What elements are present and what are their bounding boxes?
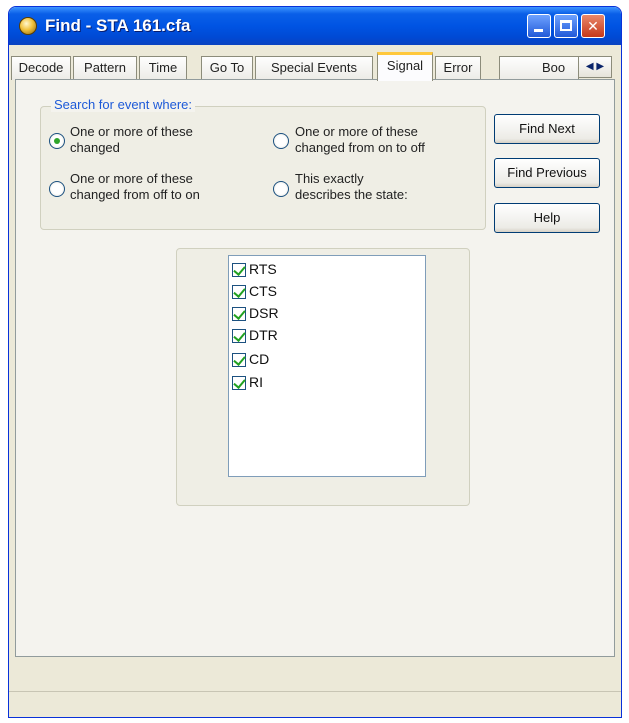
ri-label: RI — [249, 374, 263, 390]
tab-boo[interactable]: Boo — [499, 56, 579, 80]
radio-off-to-on[interactable] — [49, 181, 65, 197]
dtr-label: DTR — [249, 327, 278, 343]
help-button[interactable]: Help — [494, 203, 600, 233]
radio-changed-line2: changed — [70, 140, 120, 155]
radio-on-to-off-label[interactable]: One or more of these changed from on to … — [295, 124, 425, 156]
radio-off-to-on-label[interactable]: One or more of these changed from off to… — [70, 171, 200, 203]
radio-exact-state-line2: describes the state: — [295, 187, 408, 202]
cd-checkbox[interactable] — [232, 353, 246, 367]
tab-special-events[interactable]: Special Events — [255, 56, 373, 80]
tab-strip: Decode Pattern Time Go To Special Events… — [11, 52, 619, 81]
tab-error[interactable]: Error — [435, 56, 481, 80]
dsr-checkbox[interactable] — [232, 307, 246, 321]
tab-signal[interactable]: Signal — [377, 52, 433, 81]
signal-listbox[interactable]: RTS CTS DSR DTR CD RI — [228, 255, 426, 477]
cts-checkbox[interactable] — [232, 285, 246, 299]
tab-pattern[interactable]: Pattern — [73, 56, 137, 80]
close-button[interactable]: ✕ — [581, 14, 605, 38]
close-icon: ✕ — [587, 18, 599, 34]
radio-off-to-on-line2: changed from off to on — [70, 187, 200, 202]
find-next-button[interactable]: Find Next — [494, 114, 600, 144]
tab-decode[interactable]: Decode — [11, 56, 71, 80]
signal-tab-panel: Search for event where: One or more of t… — [15, 79, 615, 657]
radio-exact-state-line1: This exactly — [295, 171, 364, 186]
rts-checkbox[interactable] — [232, 263, 246, 277]
search-criteria-group: Search for event where: One or more of t… — [40, 97, 486, 230]
radio-exact-state-label[interactable]: This exactly describes the state: — [295, 171, 408, 203]
group-legend: Search for event where: — [51, 97, 196, 112]
find-dialog-window: Find - STA 161.cfa ✕ Decode Pattern Time… — [8, 6, 622, 718]
radio-on-to-off-line2: changed from on to off — [295, 140, 425, 155]
window-title: Find - STA 161.cfa — [45, 16, 191, 35]
title-bar[interactable]: Find - STA 161.cfa ✕ — [9, 7, 621, 45]
tab-time[interactable]: Time — [139, 56, 187, 80]
signal-list-frame: RTS CTS DSR DTR CD RI — [176, 248, 470, 506]
radio-changed-line1: One or more of these — [70, 124, 193, 139]
radio-exact-state[interactable] — [273, 181, 289, 197]
radio-changed[interactable] — [49, 133, 65, 149]
radio-on-to-off-line1: One or more of these — [295, 124, 418, 139]
maximize-icon — [560, 20, 572, 31]
find-previous-button[interactable]: Find Previous — [494, 158, 600, 188]
rts-label: RTS — [249, 261, 277, 277]
minimize-button[interactable] — [527, 14, 551, 38]
lightbulb-icon — [19, 17, 37, 35]
minimize-icon — [534, 29, 543, 32]
cts-label: CTS — [249, 283, 277, 299]
cd-label: CD — [249, 351, 270, 367]
radio-on-to-off[interactable] — [273, 133, 289, 149]
maximize-button[interactable] — [554, 14, 578, 38]
tab-scroll-arrows-icon[interactable]: ◀ ▶ — [578, 56, 612, 78]
radio-changed-label[interactable]: One or more of these changed — [70, 124, 193, 156]
ri-checkbox[interactable] — [232, 376, 246, 390]
dsr-label: DSR — [249, 305, 279, 321]
dtr-checkbox[interactable] — [232, 329, 246, 343]
radio-off-to-on-line1: One or more of these — [70, 171, 193, 186]
status-bar — [9, 691, 621, 717]
tab-go-to[interactable]: Go To — [201, 56, 253, 80]
